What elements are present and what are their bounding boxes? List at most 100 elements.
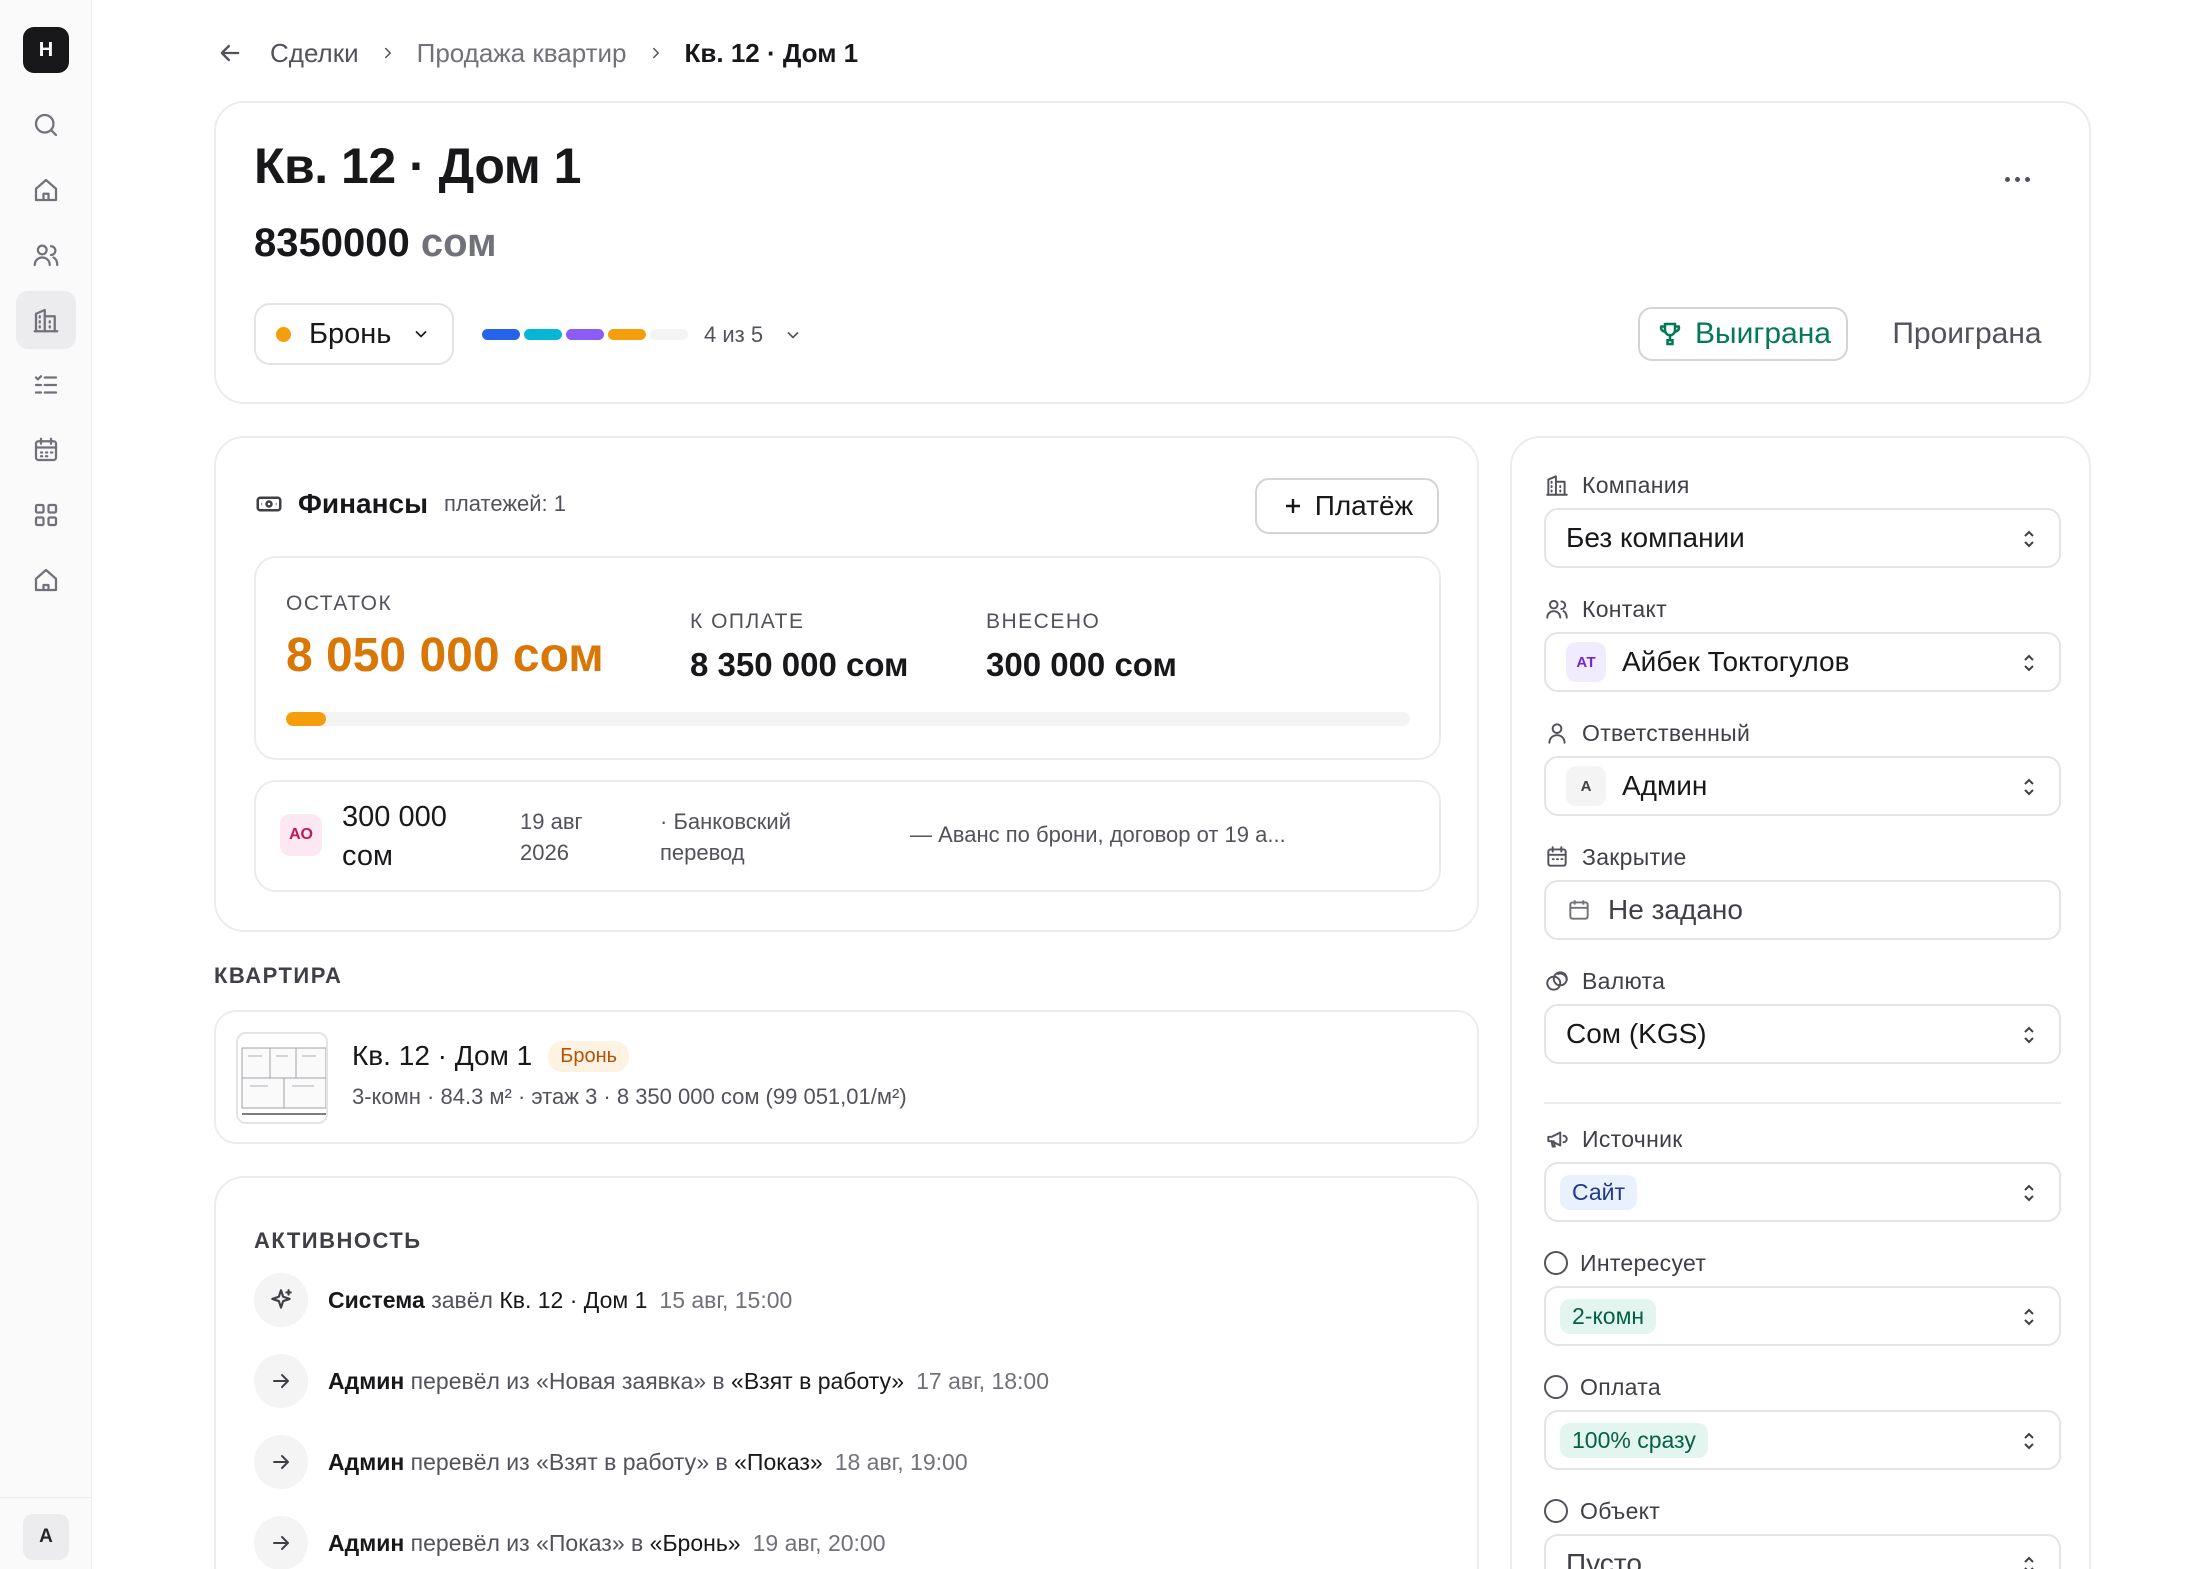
arrow-right-icon: [254, 1435, 308, 1489]
currency-select[interactable]: Сом (KGS): [1544, 1004, 2061, 1064]
workspace-logo[interactable]: H: [23, 27, 69, 73]
contact-value: Айбек Токтогулов: [1622, 646, 1850, 677]
activity-actor: Админ: [328, 1448, 405, 1475]
buildings-icon[interactable]: [16, 291, 76, 349]
apartment-title: Кв. 12 · Дом 1 Бронь: [352, 1040, 630, 1072]
payment-row[interactable]: АО 300 000 сом 19 авг 2026 · Банковский …: [254, 780, 1441, 892]
stage-pill-4: [608, 329, 646, 340]
stage-dot: [276, 326, 291, 342]
user-avatar[interactable]: A: [23, 1514, 69, 1560]
chevron-down-icon: [787, 331, 799, 339]
property-icon[interactable]: [16, 551, 76, 609]
finance-card: Финансы платежей: 1 Платёж ОСТАТОК 8 050…: [214, 436, 1479, 932]
contact-label: Контакт: [1544, 594, 1667, 624]
chevron-up-down-icon: [2017, 1180, 2041, 1212]
activity-action: перевёл из «Взят в работу» в: [410, 1448, 728, 1475]
deal-amount-currency: сом: [420, 221, 497, 265]
more-options-icon[interactable]: [1997, 159, 2037, 199]
radio-icon: [1544, 1251, 1568, 1275]
add-payment-button[interactable]: Платёж: [1255, 478, 1439, 534]
search-icon[interactable]: [16, 96, 76, 154]
home-icon[interactable]: [16, 161, 76, 219]
breadcrumb-deals[interactable]: Сделки: [270, 38, 359, 69]
stage-select[interactable]: Бронь: [254, 303, 454, 365]
owner-avatar: А: [1566, 766, 1606, 806]
back-arrow-icon[interactable]: [212, 35, 248, 71]
building-icon: [1546, 475, 1568, 496]
company-label-text: Компания: [1582, 471, 1690, 498]
chevron-up-down-icon: [2017, 526, 2041, 558]
payment-method: · Банковский перевод: [660, 809, 792, 865]
owner-select[interactable]: А Админ: [1544, 756, 2061, 816]
stage-count-toggle[interactable]: 4 из 5: [704, 317, 803, 353]
section-divider: [1544, 1102, 2061, 1104]
currency-label-text: Валюта: [1582, 967, 1666, 994]
chevron-up-down-icon: [2017, 1428, 2041, 1460]
interest-tag: 2-комн: [1560, 1298, 1657, 1334]
sidebar-divider: [0, 1497, 92, 1498]
stage-count-label: 4 из 5: [704, 322, 764, 347]
chevron-up-down-icon: [2017, 650, 2041, 682]
source-select[interactable]: Сайт: [1544, 1162, 2061, 1222]
activity-target: «Бронь»: [649, 1529, 741, 1556]
activity-item: Админ перевёл из «Показ» в «Бронь» 19 авг…: [254, 1516, 886, 1569]
source-tag: Сайт: [1560, 1174, 1638, 1210]
stage-progress-bar: [482, 329, 688, 340]
activity-action: завёл: [431, 1286, 493, 1313]
coins-icon: [1546, 971, 1568, 991]
paid-label: ВНЕСЕНО: [986, 610, 1101, 633]
contacts-icon[interactable]: [16, 226, 76, 284]
money-icon: [256, 496, 282, 512]
grid-icon[interactable]: [16, 486, 76, 544]
payment-count: платежей: 1: [444, 491, 567, 516]
activity-time: 18 авг, 19:00: [834, 1448, 968, 1475]
lost-button[interactable]: Проиграна: [1872, 307, 2062, 361]
chevron-up-down-icon: [2017, 1022, 2041, 1054]
activity-actor: Система: [328, 1286, 425, 1313]
contact-select[interactable]: АТ Айбек Токтогулов: [1544, 632, 2061, 692]
chevron-up-down-icon: [2017, 1552, 2041, 1569]
payer-avatar: АО: [280, 814, 322, 856]
finance-summary: ОСТАТОК 8 050 000 сом К ОПЛАТЕ 8 350 000…: [254, 556, 1441, 760]
interest-label-text: Интересует: [1580, 1249, 1707, 1276]
breadcrumb-pipeline[interactable]: Продажа квартир: [417, 38, 627, 69]
apartment-card[interactable]: Кв. 12 · Дом 1 Бронь 3-комн · 84.3 м² · …: [214, 1010, 1479, 1144]
calendar-icon[interactable]: [16, 421, 76, 479]
activity-item: Система завёл Кв. 12 · Дом 1 15 авг, 15:0…: [254, 1273, 792, 1327]
activity-target: «Взят в работу»: [731, 1367, 905, 1394]
won-label: Выиграна: [1695, 317, 1831, 350]
close-date-label: Закрытие: [1544, 842, 1687, 872]
activity-time: 17 авг, 18:00: [916, 1367, 1050, 1394]
apartment-details: 3-комн · 84.3 м² · этаж 3 · 8 350 000 со…: [352, 1084, 907, 1109]
company-label: Компания: [1544, 470, 1690, 500]
activity-action: перевёл из «Новая заявка» в: [410, 1367, 725, 1394]
payment-progress-bar: [286, 712, 1410, 726]
contact-avatar: АТ: [1566, 642, 1606, 682]
floor-plan-thumbnail: [236, 1032, 328, 1124]
interest-select[interactable]: 2-комн: [1544, 1286, 2061, 1346]
stage-label: Бронь: [309, 317, 392, 350]
finance-title: Финансы: [298, 488, 428, 519]
trophy-icon: [1659, 322, 1681, 346]
plus-icon: [1285, 499, 1300, 513]
deal-header-card: Кв. 12 · Дом 1 8350000 сом Бронь 4 из 5 …: [214, 101, 2091, 404]
payment-amount: 300 000 сом: [342, 801, 447, 872]
close-date-picker[interactable]: Не задано: [1544, 880, 2061, 940]
user-icon: [1548, 723, 1566, 744]
sparkle-icon: [254, 1273, 308, 1327]
activity-card: АКТИВНОСТЬ Система завёл Кв. 12 · Дом 1 1…: [214, 1176, 1479, 1569]
paid-value: 300 000 сом: [986, 646, 1177, 683]
activity-target: Кв. 12 · Дом 1: [499, 1286, 648, 1313]
due-value: 8 350 000 сом: [690, 646, 909, 683]
tasks-icon[interactable]: [16, 356, 76, 414]
breadcrumb: Сделки Продажа квартир Кв. 12 · Дом 1: [212, 34, 858, 72]
payment-type-select[interactable]: 100% сразу: [1544, 1410, 2061, 1470]
stage-pill-1: [482, 329, 520, 340]
object-select[interactable]: Пусто: [1544, 1534, 2061, 1569]
stage-pill-2: [524, 329, 562, 340]
company-select[interactable]: Без компании: [1544, 508, 2061, 568]
won-button[interactable]: Выиграна: [1638, 307, 1848, 361]
source-label-text: Источник: [1582, 1125, 1683, 1152]
activity-section-title: АКТИВНОСТЬ: [254, 1228, 422, 1253]
currency-label: Валюта: [1544, 966, 1665, 996]
